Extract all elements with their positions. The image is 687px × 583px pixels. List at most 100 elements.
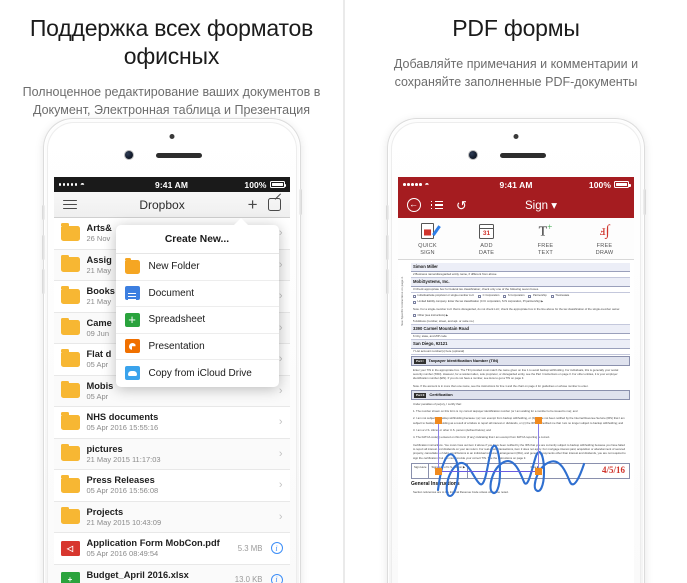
sign-dropdown[interactable]: Sign ▾: [478, 198, 604, 212]
info-icon[interactable]: i: [270, 542, 283, 555]
checkbox-label: Trust/estate: [555, 294, 570, 297]
form-field-city[interactable]: San Diego, 92121: [411, 340, 630, 349]
part2-header: Part II Certification: [411, 390, 630, 401]
battery-area: 100%: [188, 179, 287, 190]
annotation-handle-left[interactable]: [435, 468, 442, 475]
volume-down-button[interactable]: [41, 269, 45, 294]
date-annotation-value[interactable]: 4/5/16: [602, 464, 629, 478]
power-button[interactable]: [298, 189, 302, 215]
menu-item-presentation[interactable]: Presentation: [115, 334, 279, 360]
popover-title: Create New...: [115, 225, 279, 254]
popover-arrow-icon: [233, 218, 248, 225]
right-phone-screen: ◓ 9:41 AM 100% ← ↺ Sign ▾ ██ QUICK SIGN …: [398, 177, 634, 583]
annotation-handle-topleft[interactable]: [435, 417, 442, 424]
menu-item-new-folder[interactable]: New Folder: [115, 254, 279, 281]
menu-item-document[interactable]: Document: [115, 281, 279, 307]
form-field-business[interactable]: MobiSystems, Inc.: [411, 278, 630, 287]
llc-label: Limited liability company. Enter the tax…: [417, 300, 544, 304]
checkbox-label: S Corporation: [507, 294, 525, 297]
left-status-bar: ◓ 9:41 AM 100%: [53, 177, 290, 192]
checkbox-option[interactable]: S Corporation: [503, 294, 524, 298]
spreadsheet-file-icon: +: [60, 572, 80, 583]
checkbox-option[interactable]: C Corporation: [478, 294, 499, 298]
power-button[interactable]: [643, 189, 646, 215]
free-text-icon: T+: [538, 221, 553, 240]
free-draw-button[interactable]: ⅎ∫ FREE DRAW: [583, 221, 627, 257]
checkbox-option[interactable]: Partnership: [528, 294, 547, 298]
annotation-handle-topright[interactable]: [535, 417, 542, 424]
file-name: NHS documents: [86, 412, 159, 423]
plus-icon[interactable]: +: [248, 196, 258, 213]
quick-sign-button[interactable]: ██ QUICK SIGN: [406, 221, 450, 257]
form-field-name[interactable]: Simon Miller: [411, 263, 630, 272]
volume-up-button[interactable]: [41, 235, 45, 260]
list-item[interactable]: NHS documents 05 Apr 2016 15:55:16 ›: [53, 407, 290, 439]
checkbox-option[interactable]: Trust/estate: [550, 294, 570, 298]
part1-header: Part I Taxpayer Identification Number (T…: [411, 356, 630, 367]
proximity-sensor-icon: [513, 134, 519, 139]
right-heading-block: PDF формы Добавляйте примечания и коммен…: [345, 0, 687, 91]
list-item[interactable]: Press Releases 05 Apr 2016 15:56:08 ›: [53, 470, 290, 502]
menu-item-label: New Folder: [148, 261, 200, 273]
chevron-right-icon: ›: [278, 447, 283, 460]
checkbox-icon[interactable]: [550, 294, 554, 298]
signal-area: ◓: [58, 179, 156, 189]
list-item[interactable]: Projects 21 May 2015 10:43:09 ›: [53, 501, 290, 533]
status-time: 9:41 AM: [499, 179, 533, 190]
menu-item-spreadsheet[interactable]: + Spreadsheet: [115, 307, 279, 334]
folder-icon: [60, 380, 80, 399]
right-subheadline: Добавляйте примечания и комментарии и со…: [393, 57, 639, 90]
proximity-sensor-icon: [169, 134, 174, 139]
list-icon[interactable]: [430, 198, 445, 213]
free-text-button[interactable]: T+ FREE TEXT: [524, 221, 568, 257]
undo-icon[interactable]: ↺: [454, 198, 469, 213]
menu-item-label: Copy from iCloud Drive: [148, 367, 252, 379]
checkbox-icon[interactable]: [503, 294, 507, 298]
add-date-button[interactable]: 31 ADD DATE: [465, 221, 509, 257]
checkbox-icon[interactable]: [413, 294, 416, 298]
icloud-icon: [124, 366, 140, 381]
page-title: Dropbox: [139, 197, 185, 212]
checkbox-icon[interactable]: [528, 294, 532, 298]
tool-label-line1: ADD: [480, 243, 493, 249]
pdf-page-view[interactable]: See Specific Instructions on page 2. Sim…: [398, 260, 634, 583]
spreadsheet-icon: +: [124, 312, 140, 327]
form-field-address[interactable]: 3390 Carmel Mountain Road: [411, 325, 630, 334]
dropbox-navbar: Dropbox +: [53, 192, 290, 218]
file-date: 21 May 2015 10:43:09: [86, 517, 162, 527]
wifi-icon: ◓: [80, 179, 85, 189]
checkbox-icon[interactable]: [413, 300, 416, 304]
create-new-popover[interactable]: Create New... New Folder Document + Spre…: [115, 225, 279, 387]
certification-item-1: 1. The number shown on this form is my c…: [413, 409, 578, 414]
checkbox-icon[interactable]: [478, 294, 482, 298]
hamburger-icon[interactable]: [62, 197, 77, 213]
menu-item-copy-from-icloud[interactable]: Copy from iCloud Drive: [116, 360, 279, 387]
tool-label-line1: QUICK: [418, 243, 437, 249]
chevron-right-icon: ›: [278, 321, 283, 334]
info-icon[interactable]: i: [270, 573, 283, 583]
presentation-icon: [124, 339, 140, 354]
checkbox-option[interactable]: Individual/sole proprietor or single-mem…: [413, 294, 474, 298]
back-arrow-icon[interactable]: ←: [406, 198, 421, 213]
llc-checkbox-option[interactable]: Limited liability company. Enter the tax…: [413, 300, 543, 304]
folder-icon: [60, 349, 80, 367]
annotation-handle-right[interactable]: [535, 468, 542, 475]
battery-percent: 100%: [588, 179, 612, 190]
silent-switch-button[interactable]: [41, 205, 45, 220]
checkbox-icon[interactable]: [413, 314, 416, 318]
list-item[interactable]: pictures 21 May 2015 11:17:03 ›: [53, 438, 290, 470]
signal-area: ◓: [403, 180, 500, 189]
list-item[interactable]: ◁ Application Form MobCon.pdf 05 Apr 201…: [53, 533, 290, 565]
pdf-annotation-toolbar: ██ QUICK SIGN 31 ADD DATE T+ FREE TEXT ⅎ…: [398, 218, 634, 260]
file-date: 05 Apr 2016 15:56:08: [86, 486, 159, 496]
volume-down-button[interactable]: [386, 269, 389, 294]
other-checkbox-option[interactable]: Other (see instructions) ▶: [413, 314, 448, 318]
volume-up-button[interactable]: [386, 235, 389, 260]
tool-label-line1: FREE: [596, 243, 613, 249]
list-item[interactable]: + Budget_April 2016.xlsx 05 Apr 2016 08:…: [53, 564, 290, 583]
silent-switch-button[interactable]: [386, 205, 389, 220]
file-date: 05 Apr: [86, 391, 109, 401]
battery-percent: 100%: [244, 179, 267, 190]
compose-icon[interactable]: [267, 198, 281, 211]
status-time: 9:41 AM: [155, 179, 188, 190]
